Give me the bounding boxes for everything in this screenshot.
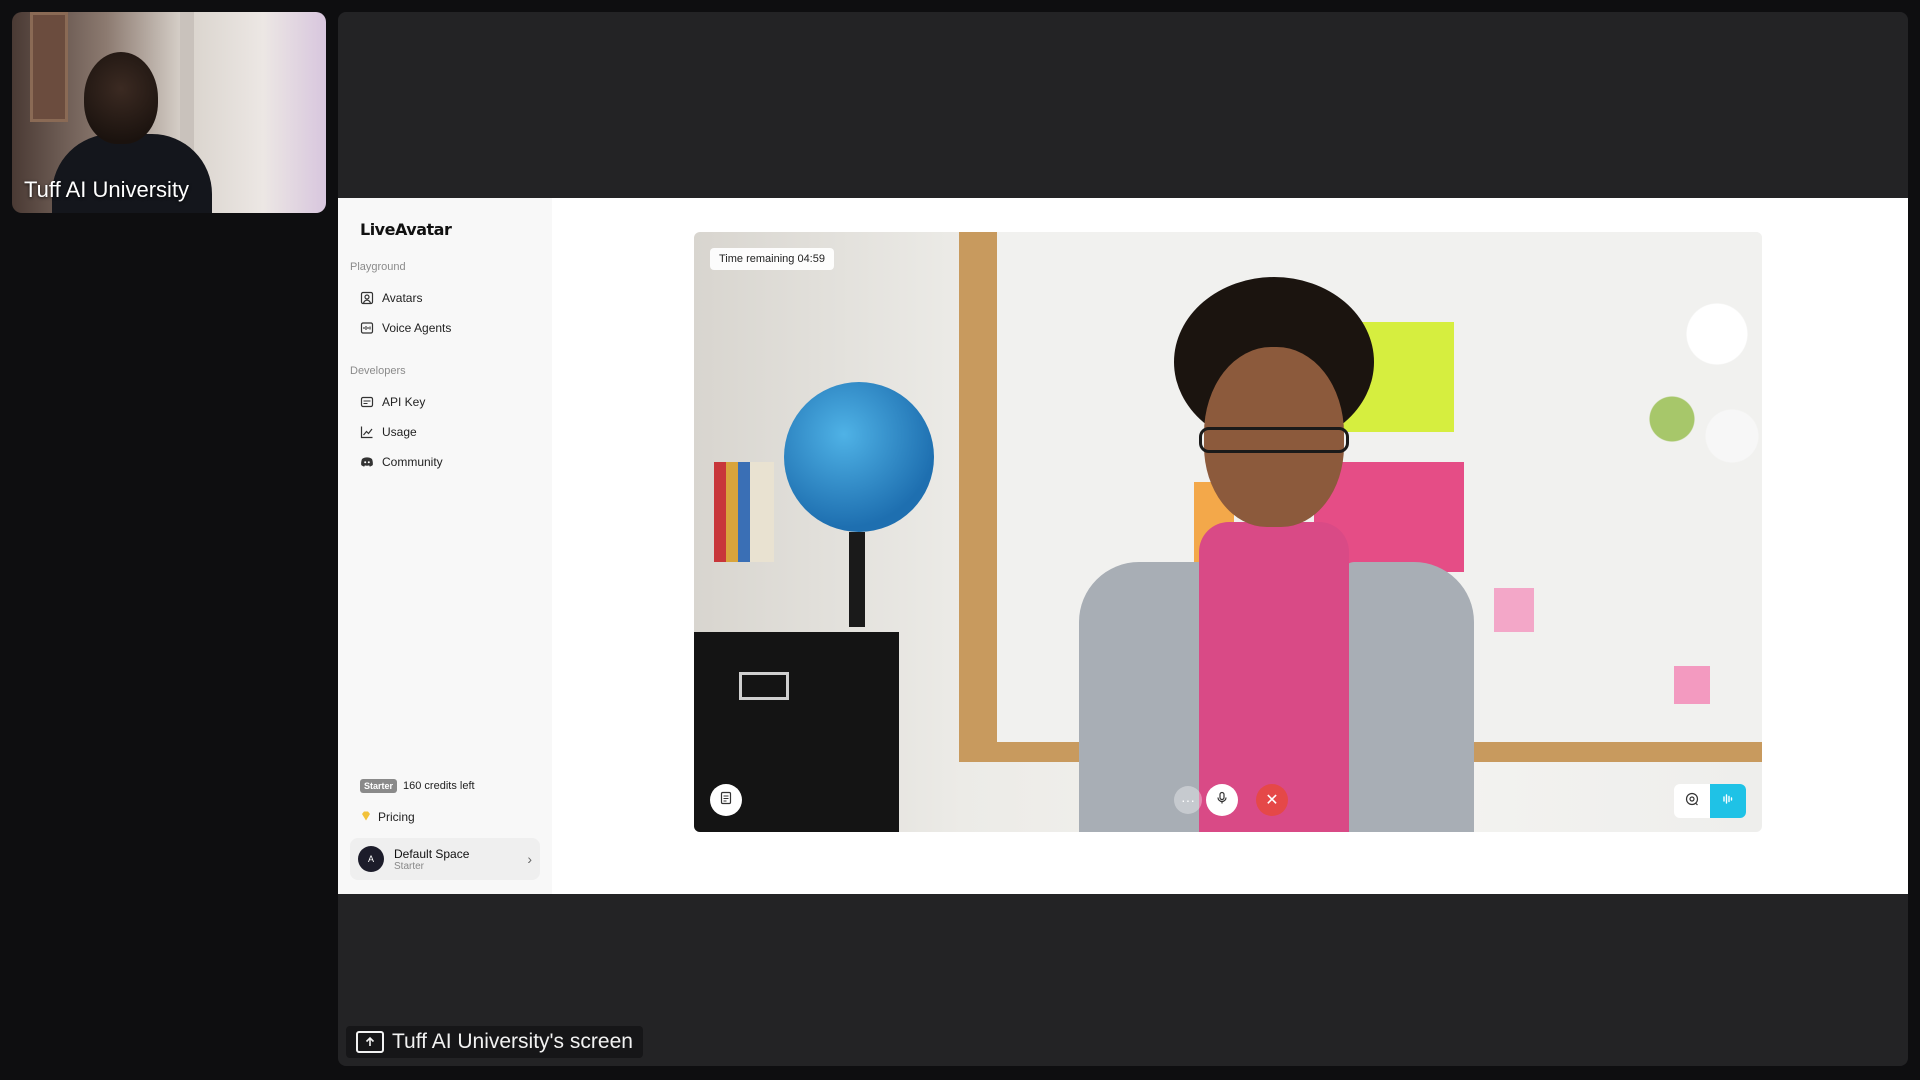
globe <box>784 382 934 532</box>
voice-mode-button[interactable] <box>1710 784 1746 818</box>
microphone-button[interactable] <box>1206 784 1238 816</box>
section-label-playground: Playground <box>350 261 406 273</box>
key-icon <box>360 395 374 409</box>
sidebar-item-label: Community <box>382 455 443 469</box>
sidebar-item-label: Avatars <box>382 291 423 305</box>
globe-stand <box>849 532 865 627</box>
plan-badge: Starter <box>360 779 398 793</box>
flower-decoration <box>1612 232 1762 572</box>
screen-share-owner: Tuff AI University's screen <box>392 1030 633 1053</box>
section-label-developers: Developers <box>350 365 406 377</box>
chart-icon <box>360 425 374 439</box>
transcript-button[interactable] <box>710 784 742 816</box>
voice-agent-icon <box>360 321 374 335</box>
sidebar-item-community[interactable]: Community <box>350 447 540 477</box>
end-session-button[interactable]: ✕ <box>1256 784 1288 816</box>
screen-share-frame: LiveAvatar Playground Avatars Voice Agen… <box>338 12 1908 1066</box>
app-logo[interactable]: LiveAvatar <box>360 220 540 239</box>
credits-text: 160 credits left <box>403 780 475 792</box>
sidebar-item-avatars[interactable]: Avatars <box>350 283 540 313</box>
pricing-label: Pricing <box>378 810 415 824</box>
cabinet-handle <box>739 672 789 700</box>
screen-share-label: Tuff AI University's screen <box>346 1026 643 1058</box>
soundwave-icon <box>1720 791 1736 812</box>
space-plan: Starter <box>394 860 425 872</box>
participant-name: Tuff AI University <box>24 177 190 202</box>
space-avatar: A <box>358 846 384 872</box>
participant-video-tile[interactable]: Tuff AI University <box>12 12 326 213</box>
space-switcher[interactable]: A Default Space Starter › <box>350 838 540 880</box>
background-artwork <box>30 12 68 122</box>
space-name: Default Space <box>394 846 470 861</box>
avatar-video-stage: Time remaining 04:59 ··· ✕ <box>694 232 1762 832</box>
media-toggle-group <box>1674 784 1746 818</box>
sticky-note <box>1494 588 1534 632</box>
diamond-icon <box>360 810 372 825</box>
microphone-icon <box>1215 791 1229 810</box>
sidebar-item-label: Voice Agents <box>382 321 452 335</box>
avatar-icon <box>360 291 374 305</box>
sidebar-item-usage[interactable]: Usage <box>350 417 540 447</box>
bookshelf <box>714 462 774 562</box>
avatar-glasses <box>1199 427 1349 453</box>
time-remaining-badge: Time remaining 04:59 <box>710 248 834 270</box>
camera-toggle-button[interactable] <box>1674 784 1710 818</box>
sidebar-item-api-key[interactable]: API Key <box>350 387 540 417</box>
more-options-button[interactable]: ··· <box>1174 786 1202 814</box>
share-screen-icon <box>356 1031 384 1053</box>
shared-app-window: LiveAvatar Playground Avatars Voice Agen… <box>338 198 1908 894</box>
avatar-cardigan <box>1344 562 1474 832</box>
chevron-right-icon: › <box>527 851 532 867</box>
pricing-link[interactable]: Pricing <box>350 802 540 832</box>
sticky-note <box>1674 666 1710 704</box>
transcript-icon <box>719 791 733 810</box>
sidebar-item-label: API Key <box>382 395 426 409</box>
sidebar: LiveAvatar Playground Avatars Voice Agen… <box>338 198 552 894</box>
sidebar-item-label: Usage <box>382 425 417 439</box>
credits-indicator: Starter 160 credits left <box>350 774 540 798</box>
participant-head <box>84 52 158 144</box>
sidebar-footer: Starter 160 credits left Pricing A Defau… <box>350 774 540 880</box>
main-content: Time remaining 04:59 ··· ✕ <box>552 198 1908 894</box>
sidebar-item-voice-agents[interactable]: Voice Agents <box>350 313 540 343</box>
camera-icon <box>1684 791 1700 812</box>
discord-icon <box>360 455 374 469</box>
